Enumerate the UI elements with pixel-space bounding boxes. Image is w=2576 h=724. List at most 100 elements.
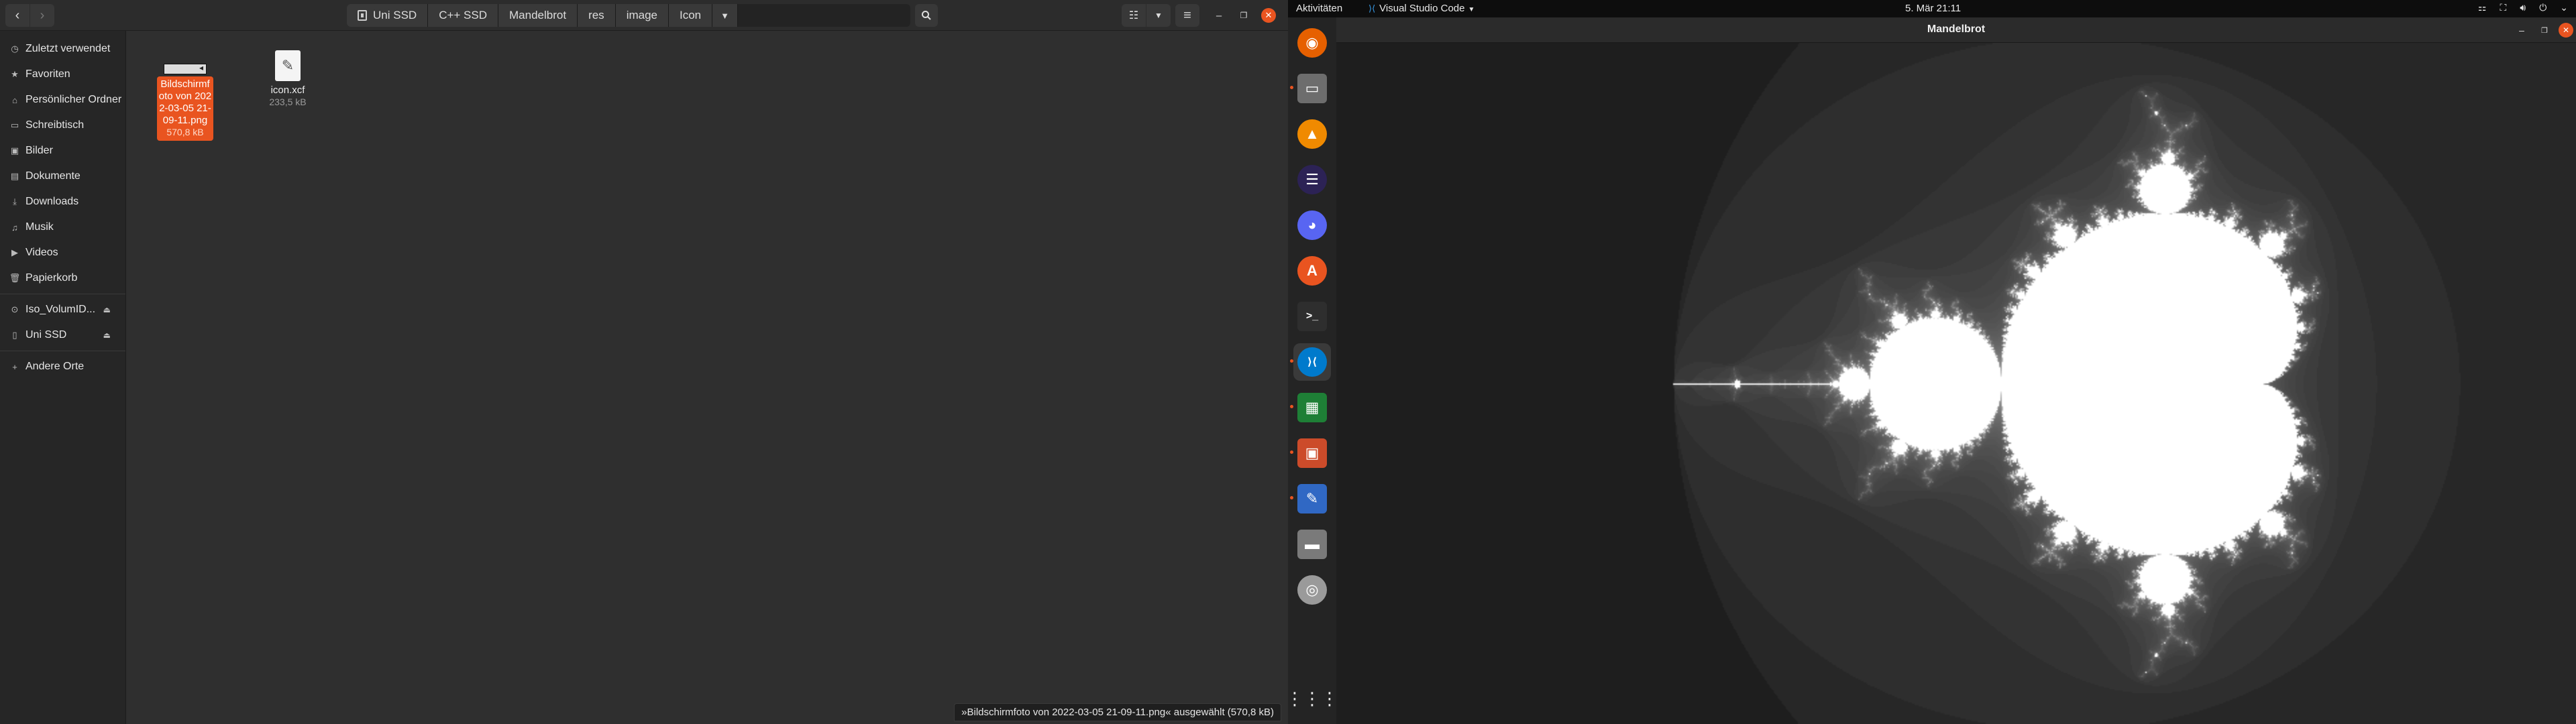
- eclipse-icon: ☰: [1297, 165, 1327, 194]
- sidebar-item-videos[interactable]: ▶ Videos: [0, 240, 125, 265]
- chevron-down-icon[interactable]: ⌄: [2560, 2, 2568, 13]
- power-icon[interactable]: ⏻: [2539, 2, 2546, 13]
- sidebar-item-favorites[interactable]: ★ Favoriten: [0, 62, 125, 87]
- mandelbrot-window: Mandelbrot – ❐ ✕: [1336, 17, 2576, 724]
- sidebar-item-iso-volume[interactable]: ⊙ Iso_VolumID... ⏏: [0, 297, 125, 322]
- sidebar-item-uni-ssd[interactable]: ▯ Uni SSD ⏏: [0, 322, 125, 348]
- triangle-down-icon: ▼: [1155, 11, 1163, 20]
- sidebar-item-home[interactable]: ⌂ Persönlicher Ordner: [0, 87, 125, 113]
- running-indicator: [1290, 405, 1293, 408]
- close-icon: ✕: [1265, 10, 1273, 20]
- close-button[interactable]: ✕: [1261, 8, 1276, 23]
- dock-item-disc[interactable]: ◎: [1293, 571, 1331, 609]
- forward-button[interactable]: ›: [30, 4, 54, 27]
- show-applications-button[interactable]: ⋮⋮⋮: [1286, 680, 1338, 717]
- view-mode-button[interactable]: ☷: [1122, 4, 1146, 27]
- minimize-icon: –: [2519, 25, 2524, 36]
- activities-button[interactable]: Aktivitäten: [1296, 3, 1342, 14]
- sidebar-item-desktop[interactable]: ▭ Schreibtisch: [0, 113, 125, 138]
- volume-icon[interactable]: 🔊︎: [2520, 2, 2526, 13]
- vscode-icon: ⟩⟨: [1297, 347, 1327, 377]
- breadcrumb-icon[interactable]: Icon: [669, 4, 713, 27]
- hamburger-menu-button[interactable]: ≡: [1175, 4, 1199, 27]
- dock-item-discord[interactable]: ◕: [1293, 206, 1331, 244]
- sidebar-item-trash[interactable]: 🗑︎ Papierkorb: [0, 265, 125, 291]
- window-title: Mandelbrot: [1927, 23, 1986, 35]
- file-item-xcf[interactable]: ✎ icon.xcf 233,5 kB: [257, 50, 319, 108]
- file-name: Bildschirmfoto von 2022-03-05 21-09-11.p…: [158, 78, 212, 126]
- pictures-icon: ▣: [10, 145, 19, 156]
- search-button[interactable]: [915, 4, 938, 27]
- minimize-button[interactable]: –: [1212, 8, 1226, 23]
- sidebar-item-downloads[interactable]: ⤓ Downloads: [0, 189, 125, 215]
- chevron-left-icon: ‹: [15, 7, 20, 23]
- breadcrumb-res[interactable]: res: [578, 4, 616, 27]
- impress-icon: ▣: [1297, 438, 1327, 468]
- file-item-screenshot[interactable]: Bildschirmfoto von 2022-03-05 21-09-11.p…: [154, 63, 216, 141]
- triangle-down-icon: ▼: [1468, 6, 1475, 13]
- clock[interactable]: 5. Mär 21:11: [1905, 3, 1961, 14]
- drive-icon: ▯: [12, 330, 17, 340]
- sidebar-item-pictures[interactable]: ▣ Bilder: [0, 138, 125, 164]
- restore-icon: ❐: [1240, 11, 1248, 20]
- dock-item-editor[interactable]: ✎: [1290, 480, 1331, 518]
- dock-item-sheet[interactable]: ▦: [1290, 389, 1331, 426]
- running-indicator: [1290, 450, 1293, 454]
- vscode-icon: ⟩⟨: [1368, 3, 1376, 13]
- restore-icon: ❐: [2541, 26, 2548, 35]
- sidebar-item-recent[interactable]: ◷ Zuletzt verwendet: [0, 36, 125, 62]
- drive-icon: ▬: [1297, 530, 1327, 559]
- maximize-button[interactable]: ❐: [1236, 8, 1251, 23]
- selected-label: Bildschirmfoto von 2022-03-05 21-09-11.p…: [157, 76, 213, 141]
- top-bar: Aktivitäten ⟩⟨ Visual Studio Code ▼ 5. Mär…: [1288, 0, 2576, 17]
- breadcrumb-image[interactable]: image: [615, 4, 669, 27]
- close-icon: ✕: [2562, 25, 2570, 35]
- view-options-button[interactable]: ▼: [1146, 4, 1171, 27]
- breadcrumb-cpp-ssd[interactable]: C++ SSD: [428, 4, 498, 27]
- tray-app-icon[interactable]: ⚏: [2478, 2, 2487, 13]
- sidebar-item-music[interactable]: ♫ Musik: [0, 215, 125, 240]
- files-icon: ▭: [1297, 74, 1327, 103]
- back-button[interactable]: ‹: [5, 4, 30, 27]
- sidebar-item-other-locations[interactable]: + Andere Orte: [0, 354, 125, 379]
- dock-item-drive[interactable]: ▬: [1293, 526, 1331, 563]
- dock-item-eclipse[interactable]: ☰: [1293, 161, 1331, 198]
- close-button[interactable]: ✕: [2559, 23, 2573, 38]
- eject-icon[interactable]: ⏏: [103, 330, 111, 340]
- app-menu[interactable]: ⟩⟨ Visual Studio Code ▼: [1368, 3, 1474, 14]
- system-tray: ⚏ ⛶ 🔊︎ ⏻ ⌄: [2478, 2, 2568, 13]
- dock-item-files[interactable]: ▭: [1290, 70, 1331, 107]
- files-window: ‹ › Uni SSD C++ SSD Mandelbrot res image…: [0, 0, 1288, 724]
- minimize-icon: –: [1216, 9, 1222, 21]
- maximize-button[interactable]: ❐: [2537, 23, 2552, 38]
- dock-item-terminal[interactable]: >_: [1293, 298, 1331, 335]
- minimize-button[interactable]: –: [2514, 23, 2529, 38]
- file-size: 570,8 kB: [166, 127, 204, 137]
- pathbar: Uni SSD C++ SSD Mandelbrot res image Ico…: [347, 4, 910, 27]
- eject-icon[interactable]: ⏏: [103, 305, 111, 314]
- search-icon: [922, 11, 931, 20]
- mandelbrot-titlebar[interactable]: Mandelbrot – ❐ ✕: [1336, 17, 2576, 43]
- running-indicator: [1290, 86, 1293, 89]
- home-icon: ⌂: [12, 95, 17, 105]
- desktop-icon: ▭: [10, 120, 19, 130]
- selection-status: »Bildschirmfoto von 2022-03-05 21-09-11.…: [954, 703, 1281, 721]
- breadcrumb-mandelbrot[interactable]: Mandelbrot: [498, 4, 578, 27]
- dock-item-impress[interactable]: ▣: [1290, 434, 1331, 472]
- dock-item-software[interactable]: A: [1293, 252, 1331, 290]
- dock-item-firefox[interactable]: ◉: [1293, 24, 1331, 62]
- file-view[interactable]: Bildschirmfoto von 2022-03-05 21-09-11.p…: [127, 32, 1288, 724]
- dock-item-vscode[interactable]: ⟩⟨: [1290, 343, 1331, 381]
- mandelbrot-render[interactable]: [1336, 43, 2576, 724]
- sheet-icon: ▦: [1297, 393, 1327, 422]
- disc-icon: ◎: [1297, 575, 1327, 605]
- running-indicator: [1290, 359, 1293, 363]
- network-icon[interactable]: ⛶: [2500, 2, 2507, 13]
- clock-icon: ◷: [11, 44, 19, 54]
- documents-icon: ▤: [10, 171, 19, 181]
- sidebar-item-documents[interactable]: ▤ Dokumente: [0, 164, 125, 189]
- dock-item-vlc[interactable]: ▲: [1293, 115, 1331, 153]
- breadcrumb-uni-ssd[interactable]: Uni SSD: [347, 4, 429, 27]
- firefox-icon: ◉: [1297, 28, 1327, 58]
- breadcrumb-menu-button[interactable]: ▼: [712, 4, 739, 27]
